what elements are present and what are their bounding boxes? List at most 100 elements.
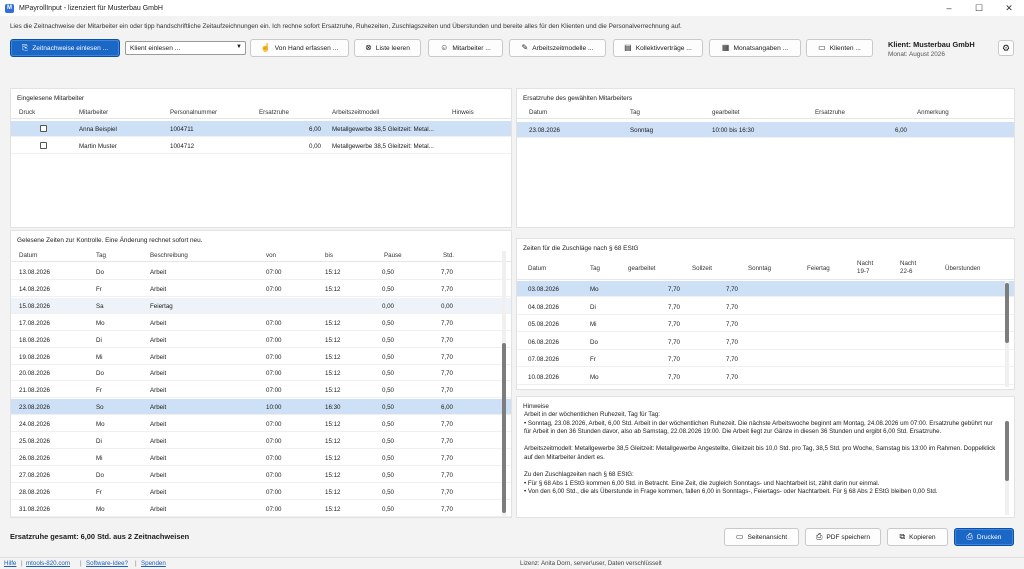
close-button[interactable]: ✕ (994, 0, 1024, 16)
maximize-button[interactable]: ☐ (964, 0, 994, 16)
time-cell-pause[interactable]: 0,50 (368, 506, 394, 513)
time-cell-hours[interactable]: 7,70 (427, 489, 453, 496)
times-scrollbar[interactable] (502, 251, 506, 516)
time-cell-hours[interactable]: 6,00 (427, 404, 453, 411)
time-cell-hours[interactable]: 7,70 (427, 337, 453, 344)
time-cell-to[interactable]: 15:12 (325, 455, 340, 462)
surcharge-scroll-thumb[interactable] (1005, 283, 1009, 343)
time-cell-pause[interactable]: 0,50 (368, 269, 394, 276)
time-row[interactable]: 19.08.2026 Mi Arbeit 07:00 15:12 0,50 7,70 (11, 349, 511, 365)
time-cell-to[interactable]: 15:12 (325, 370, 340, 377)
surcharge-row[interactable]: 07.08.2026 Fr 7,70 7,70 (517, 351, 1014, 368)
time-row[interactable]: 17.08.2026 Mo Arbeit 07:00 15:12 0,50 7,70 (11, 315, 511, 331)
time-cell-desc[interactable]: Arbeit (150, 269, 166, 276)
employee-row[interactable]: Anna Beispiel 1004711 6,00 Metallgewerbe… (11, 121, 511, 137)
manual-entry-button[interactable]: ☝ Von Hand erfassen ... (250, 39, 349, 57)
time-cell-from[interactable]: 07:00 (266, 370, 281, 377)
time-cell-date[interactable]: 28.08.2026 (19, 489, 50, 496)
work-models-button[interactable]: ✎ Arbeitszeitmodelle ... (509, 39, 606, 57)
time-cell-from[interactable]: 07:00 (266, 506, 281, 513)
settings-button[interactable]: ⚙ (998, 40, 1014, 56)
time-cell-date[interactable]: 19.08.2026 (19, 354, 50, 361)
time-cell-day[interactable]: Di (96, 438, 102, 445)
time-cell-hours[interactable]: 7,70 (427, 354, 453, 361)
time-cell-pause[interactable]: 0,50 (368, 472, 394, 479)
time-cell-pause[interactable]: 0,50 (368, 438, 394, 445)
print-checkbox[interactable] (40, 125, 47, 132)
surcharge-row[interactable]: 03.08.2026 Mo 7,70 7,70 (517, 281, 1014, 297)
time-cell-date[interactable]: 13.08.2026 (19, 269, 50, 276)
time-cell-to[interactable]: 15:12 (325, 438, 340, 445)
time-cell-hours[interactable]: 7,70 (427, 472, 453, 479)
time-cell-pause[interactable]: 0,50 (368, 421, 394, 428)
time-row[interactable]: 14.08.2026 Fr Arbeit 07:00 15:12 0,50 7,70 (11, 281, 511, 297)
time-cell-pause[interactable]: 0,50 (368, 370, 394, 377)
monthly-button[interactable]: ▦ Monatsangaben ... (709, 39, 801, 57)
time-cell-date[interactable]: 21.08.2026 (19, 387, 50, 394)
time-cell-to[interactable]: 15:12 (325, 387, 340, 394)
time-cell-day[interactable]: Fr (96, 286, 102, 293)
read-timesheets-button[interactable]: ⎘ Zeitnachweise einlesen ... (10, 39, 120, 57)
time-cell-day[interactable]: Fr (96, 489, 102, 496)
time-cell-from[interactable]: 07:00 (266, 438, 281, 445)
time-cell-day[interactable]: So (96, 404, 104, 411)
copy-button[interactable]: ⧉ Kopieren (887, 528, 948, 546)
time-cell-pause[interactable]: 0,50 (368, 404, 394, 411)
time-cell-to[interactable]: 15:12 (325, 354, 340, 361)
time-cell-to[interactable]: 15:12 (325, 472, 340, 479)
time-cell-desc[interactable]: Arbeit (150, 387, 166, 394)
clients-button[interactable]: ▭ Klienten ... (806, 39, 873, 57)
time-cell-day[interactable]: Mi (96, 354, 103, 361)
time-row[interactable]: 26.08.2026 Mi Arbeit 07:00 15:12 0,50 7,70 (11, 450, 511, 466)
time-row[interactable]: 15.08.2026 Sa Feiertag 0,00 0,00 (11, 297, 511, 314)
print-button[interactable]: ⎙ Drucken (954, 528, 1014, 546)
time-cell-desc[interactable]: Arbeit (150, 438, 166, 445)
time-cell-desc[interactable]: Arbeit (150, 337, 166, 344)
rest-row[interactable]: 23.08.2026 Sonntag 10:00 bis 16:30 6,00 (517, 122, 1014, 138)
time-cell-pause[interactable]: 0,50 (368, 489, 394, 496)
pdf-button[interactable]: ⎙ PDF speichern (805, 528, 881, 546)
minimize-button[interactable]: – (934, 0, 964, 16)
time-cell-from[interactable]: 07:00 (266, 421, 281, 428)
time-cell-date[interactable]: 24.08.2026 (19, 421, 50, 428)
time-cell-hours[interactable]: 7,70 (427, 421, 453, 428)
time-cell-date[interactable]: 25.08.2026 (19, 438, 50, 445)
time-cell-day[interactable]: Do (96, 370, 104, 377)
time-cell-desc[interactable]: Feiertag (150, 303, 173, 310)
time-cell-desc[interactable]: Arbeit (150, 506, 166, 513)
time-cell-day[interactable]: Do (96, 269, 104, 276)
time-cell-to[interactable]: 15:12 (325, 489, 340, 496)
time-cell-pause[interactable]: 0,50 (368, 320, 394, 327)
times-scroll-thumb[interactable] (502, 343, 506, 513)
notes-scrollbar[interactable] (1005, 421, 1009, 515)
time-cell-desc[interactable]: Arbeit (150, 370, 166, 377)
time-cell-hours[interactable]: 7,70 (427, 320, 453, 327)
time-cell-day[interactable]: Mo (96, 506, 105, 513)
time-cell-pause[interactable]: 0,50 (368, 354, 394, 361)
surcharge-row[interactable]: 05.08.2026 Mi 7,70 7,70 (517, 316, 1014, 333)
time-cell-day[interactable]: Sa (96, 303, 104, 310)
time-cell-to[interactable]: 16:30 (325, 404, 340, 411)
time-cell-from[interactable]: 07:00 (266, 489, 281, 496)
idea-link[interactable]: Software-Idee? (86, 560, 128, 567)
time-row[interactable]: 23.08.2026 So Arbeit 10:00 16:30 0,50 6,00 (11, 399, 511, 416)
time-cell-hours[interactable]: 7,70 (427, 506, 453, 513)
time-cell-desc[interactable]: Arbeit (150, 404, 166, 411)
employees-button[interactable]: ☺ Mitarbeiter ... (428, 39, 503, 57)
time-cell-day[interactable]: Do (96, 472, 104, 479)
time-cell-hours[interactable]: 7,70 (427, 269, 453, 276)
surcharge-row[interactable]: 06.08.2026 Do 7,70 7,70 (517, 334, 1014, 350)
time-cell-hours[interactable]: 7,70 (427, 286, 453, 293)
time-row[interactable]: 21.08.2026 Fr Arbeit 07:00 15:12 0,50 7,70 (11, 382, 511, 399)
time-row[interactable]: 27.08.2026 Do Arbeit 07:00 15:12 0,50 7,70 (11, 467, 511, 483)
time-cell-pause[interactable]: 0,50 (368, 286, 394, 293)
time-row[interactable]: 13.08.2026 Do Arbeit 07:00 15:12 0,50 7,70 (11, 264, 511, 280)
employee-row[interactable]: Martin Muster 1004712 0,00 Metallgewerbe… (11, 138, 511, 154)
time-cell-to[interactable]: 15:12 (325, 506, 340, 513)
time-cell-date[interactable]: 31.08.2026 (19, 506, 50, 513)
time-row[interactable]: 25.08.2026 Di Arbeit 07:00 15:12 0,50 7,70 (11, 433, 511, 449)
time-cell-date[interactable]: 23.08.2026 (19, 404, 50, 411)
time-cell-from[interactable]: 07:00 (266, 387, 281, 394)
time-cell-pause[interactable]: 0,50 (368, 455, 394, 462)
time-cell-hours[interactable]: 0,00 (427, 303, 453, 310)
